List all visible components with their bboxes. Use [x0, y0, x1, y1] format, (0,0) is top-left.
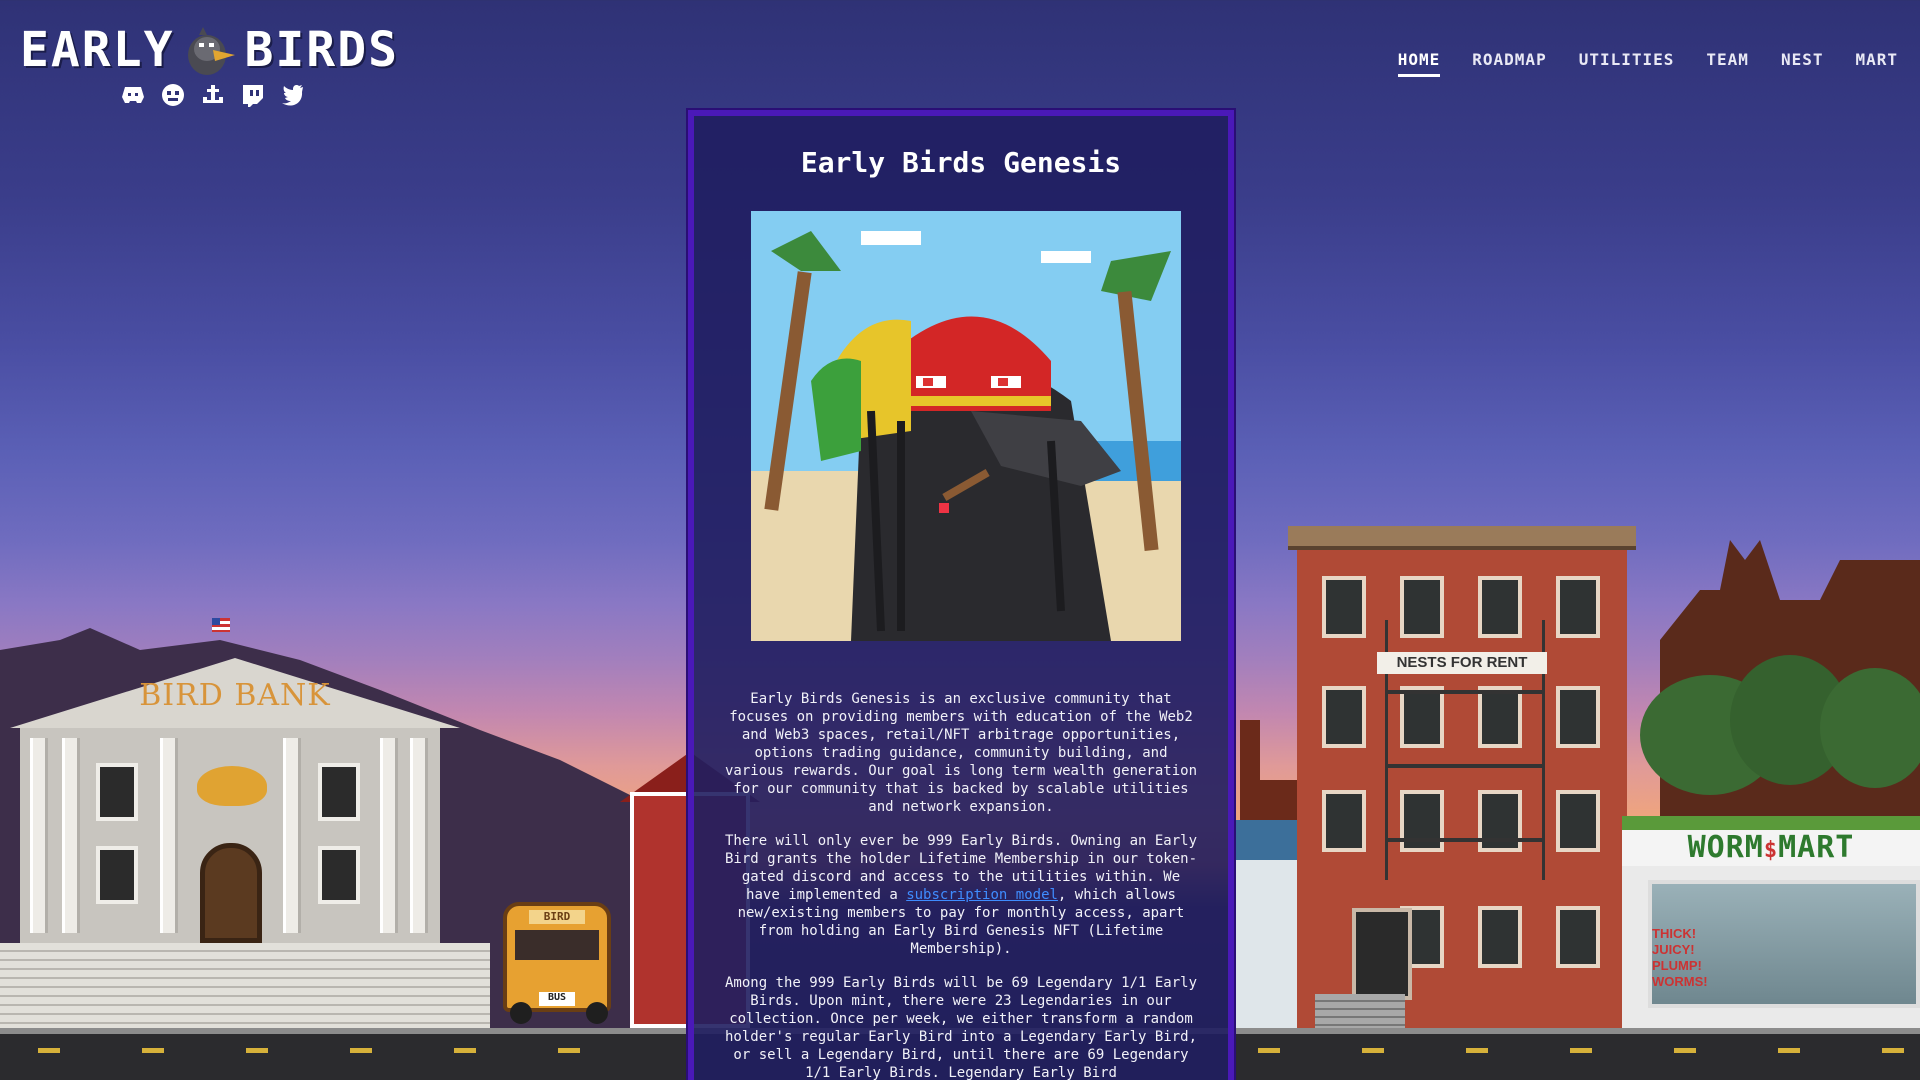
nest-window [1556, 576, 1600, 638]
worm-mart-window-line: JUICY! [1652, 942, 1695, 957]
nests-for-rent-sign: NESTS FOR RENT [1377, 652, 1547, 674]
nav-home[interactable]: HOME [1397, 50, 1441, 77]
genesis-card: Early Birds Genesis Early Birds Genesis … [688, 110, 1234, 1080]
logo-text-early: EARLY [20, 22, 175, 78]
description-paragraph-3: Among the 999 Early Birds will be 69 Leg… [724, 975, 1197, 1080]
worm-mart-window-line: PLUMP! [1652, 958, 1702, 973]
twitch-icon[interactable] [240, 82, 265, 107]
bank-steps [0, 943, 490, 1028]
logo-text-birds: BIRDS [244, 22, 399, 78]
road-marking [1570, 1048, 1592, 1053]
subscription-model-link[interactable]: subscription model [906, 887, 1058, 903]
bank-door [200, 843, 262, 943]
bus-plate: BUS [539, 992, 575, 1006]
card-title: Early Birds Genesis [800, 146, 1122, 179]
road-marking [142, 1048, 164, 1053]
road-marking [1362, 1048, 1384, 1053]
bank-column [160, 738, 178, 933]
road-marking [350, 1048, 372, 1053]
discord-icon[interactable] [120, 82, 145, 107]
bank-column [62, 738, 80, 933]
opensea-icon[interactable] [160, 82, 185, 107]
worm-mart-sign-right: MART [1778, 830, 1855, 865]
road-marking [38, 1048, 60, 1053]
bus-wheel [510, 1002, 532, 1024]
road-marking [454, 1048, 476, 1053]
bank-column [30, 738, 48, 933]
laundromat-building [1232, 820, 1302, 1028]
road-marking [1258, 1048, 1280, 1053]
tree [1820, 668, 1920, 788]
bank-window [96, 846, 138, 904]
nest-window [1556, 686, 1600, 748]
bus-windshield [515, 930, 599, 960]
nest-window [1556, 790, 1600, 852]
nest-cornice [1288, 526, 1636, 550]
nav-utilities[interactable]: UTILITIES [1579, 50, 1675, 77]
bank-window [96, 763, 138, 821]
road-marking [1778, 1048, 1800, 1053]
description-paragraph-2: There will only ever be 999 Early Birds.… [722, 832, 1200, 958]
worm-mart-sign-left: WORM [1687, 830, 1764, 865]
bus-sign: BIRD [529, 910, 585, 924]
bank-window [318, 763, 360, 821]
nest-window [1478, 906, 1522, 968]
nav-roadmap[interactable]: ROADMAP [1472, 50, 1546, 77]
main-nav: HOME ROADMAP UTILITIES TEAM NEST MART [1397, 50, 1898, 77]
social-links [120, 82, 305, 107]
worm-mart-sign-mid: $ [1763, 838, 1779, 863]
card-description: Early Birds Genesis is an exclusive comm… [722, 690, 1200, 1080]
bus-wheel [586, 1002, 608, 1024]
worm-mart-sign: WORM$MART [1622, 830, 1920, 866]
road-marking [246, 1048, 268, 1053]
description-paragraph-1: Early Birds Genesis is an exclusive comm… [724, 691, 1197, 815]
road-marking [1882, 1048, 1904, 1053]
bank-column [380, 738, 398, 933]
road-marking [1674, 1048, 1696, 1053]
bank-column [283, 738, 301, 933]
nest-steps [1315, 994, 1405, 1028]
nav-team[interactable]: TEAM [1706, 50, 1749, 77]
bird-logo-icon [185, 23, 235, 77]
nest-window [1556, 906, 1600, 968]
bird-bank-building: BIRD BANK [0, 618, 490, 1028]
nest-window [1322, 790, 1366, 852]
nav-nest[interactable]: NEST [1781, 50, 1824, 77]
school-bus: BIRD BUS [503, 902, 611, 1012]
bank-column [410, 738, 428, 933]
nav-mart[interactable]: MART [1855, 50, 1898, 77]
twitter-icon[interactable] [280, 82, 305, 107]
bank-sign: BIRD BANK [139, 678, 331, 713]
worm-mart-window-line: THICK! [1652, 926, 1697, 941]
site-logo[interactable]: EARLY BIRDS [20, 20, 410, 80]
worm-mart-window-text: THICK! JUICY! PLUMP! WORMS! [1652, 926, 1708, 990]
road-marking [558, 1048, 580, 1053]
nft-image [751, 211, 1181, 641]
nest-door [1352, 908, 1412, 1000]
bank-window [318, 846, 360, 904]
worm-mart-window-line: WORMS! [1652, 974, 1708, 989]
anchor-icon[interactable] [200, 82, 225, 107]
bank-eagle-emblem [197, 766, 267, 806]
nest-window [1322, 576, 1366, 638]
road-marking [1466, 1048, 1488, 1053]
nest-window [1322, 686, 1366, 748]
